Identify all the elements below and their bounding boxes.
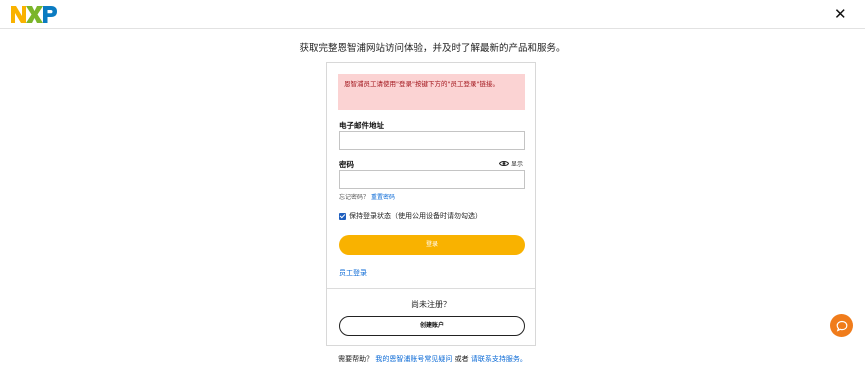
email-field[interactable]: [339, 131, 525, 150]
faq-link[interactable]: 我的恩智浦账号常见疑问: [375, 355, 452, 363]
login-button[interactable]: 登录: [339, 235, 525, 255]
chat-bubble-icon: [836, 320, 847, 332]
help-or: 或者: [454, 355, 469, 363]
email-label: 电子邮件地址: [339, 121, 384, 130]
show-password-label: 显示: [511, 161, 524, 168]
eye-icon: [499, 160, 509, 167]
page-headline: 获取完整恩智浦网站访问体验，并及时了解最新的产品和服务。: [299, 43, 566, 54]
employee-alert: 恩智浦员工请使用"登录"按键下方的"员工登录"链接。: [338, 74, 525, 110]
forgot-password: 忘记密码？ 重置密码: [339, 192, 395, 201]
close-icon[interactable]: ✕: [834, 5, 847, 23]
keep-signed-in-checkbox[interactable]: [339, 212, 346, 220]
employee-login-link[interactable]: 员工登录: [339, 268, 367, 278]
password-label: 密码: [339, 160, 354, 169]
keep-signed-in[interactable]: 保持登录状态（使用公用设备时请勿勾选）: [339, 211, 482, 221]
keep-signed-in-label: 保持登录状态（使用公用设备时请勿勾选）: [349, 212, 482, 220]
divider: [327, 288, 535, 289]
top-bar: ✕: [0, 0, 865, 29]
show-password-toggle[interactable]: 显示: [499, 159, 523, 168]
password-field[interactable]: [339, 170, 525, 189]
create-account-button[interactable]: 创建账户: [339, 316, 525, 336]
help-footer: 需要帮助？ 我的恩智浦账号常见疑问 或者 请联系支持服务。: [0, 354, 865, 364]
support-link[interactable]: 请联系支持服务。: [471, 355, 527, 363]
nxp-logo[interactable]: [11, 6, 57, 23]
login-card: 恩智浦员工请使用"登录"按键下方的"员工登录"链接。 电子邮件地址 密码 显示 …: [326, 62, 536, 346]
chat-button[interactable]: [830, 314, 853, 337]
reset-password-link[interactable]: 重置密码: [371, 194, 395, 201]
not-registered-text: 尚未注册？: [411, 300, 451, 309]
help-prefix: 需要帮助？: [338, 355, 374, 363]
forgot-password-text: 忘记密码？: [339, 194, 370, 201]
